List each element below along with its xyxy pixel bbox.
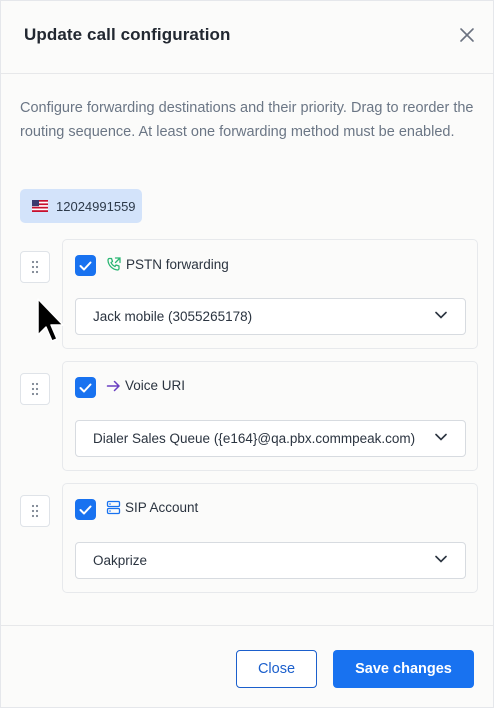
close-button[interactable]: Close: [236, 650, 317, 688]
modal-title: Update call configuration: [24, 25, 231, 44]
sip-method-text: SIP Account: [125, 500, 199, 515]
sip-checkbox[interactable]: [75, 499, 96, 520]
drag-handle-voice-uri[interactable]: [20, 373, 50, 405]
voice-uri-method-text: Voice URI: [125, 378, 186, 393]
drag-dots-icon: [31, 504, 39, 518]
chevron-down-icon: [435, 433, 447, 441]
chevron-down-icon: [435, 555, 447, 563]
us-flag-icon: [32, 200, 48, 212]
pstn-method-text: PSTN forwarding: [126, 256, 229, 272]
drag-handle-sip[interactable]: [20, 495, 50, 527]
phone-number-chip: 12024991559: [20, 189, 142, 223]
update-call-configuration-modal: Update call configuration Configure forw…: [0, 0, 494, 708]
forwarding-card-sip: SIP Account Oakprize: [62, 483, 478, 593]
forwarding-card-pstn: PSTN forwarding Jack mobile (3055265178): [62, 239, 478, 349]
arrow-right-icon: [106, 380, 120, 391]
voice-uri-checkbox[interactable]: [75, 377, 96, 398]
pstn-destination-select[interactable]: Jack mobile (3055265178): [75, 298, 466, 335]
sip-method-label: SIP Account: [106, 500, 198, 515]
close-icon[interactable]: [457, 25, 477, 45]
check-icon: [79, 383, 92, 392]
voice-uri-method-label: Voice URI: [106, 378, 185, 393]
drag-handle-pstn[interactable]: [20, 251, 50, 283]
chevron-down-icon: [435, 311, 447, 319]
save-changes-button[interactable]: Save changes: [333, 650, 474, 688]
mouse-pointer-icon: [37, 298, 64, 342]
forwarding-card-voice-uri: Voice URI Dialer Sales Queue ({e164}@qa.…: [62, 361, 478, 471]
drag-dots-icon: [31, 382, 39, 396]
voice-uri-destination-select[interactable]: Dialer Sales Queue ({e164}@qa.pbx.commpe…: [75, 420, 466, 457]
server-icon: [106, 500, 121, 515]
sip-destination-select[interactable]: Oakprize: [75, 542, 466, 579]
modal-header: Update call configuration: [1, 1, 493, 74]
voice-uri-selected-value: Dialer Sales Queue ({e164}@qa.pbx.commpe…: [93, 431, 416, 446]
check-icon: [79, 505, 92, 514]
pstn-method-label: PSTN forwarding: [106, 256, 229, 272]
phone-number-text: 12024991559: [56, 198, 136, 214]
modal-description: Configure forwarding destinations and th…: [20, 100, 474, 140]
drag-dots-icon: [31, 260, 39, 274]
pstn-checkbox[interactable]: [75, 255, 96, 276]
pstn-selected-value: Jack mobile (3055265178): [93, 309, 253, 324]
check-icon: [79, 261, 92, 270]
phone-forward-icon: [107, 257, 121, 271]
sip-selected-value: Oakprize: [93, 553, 148, 568]
